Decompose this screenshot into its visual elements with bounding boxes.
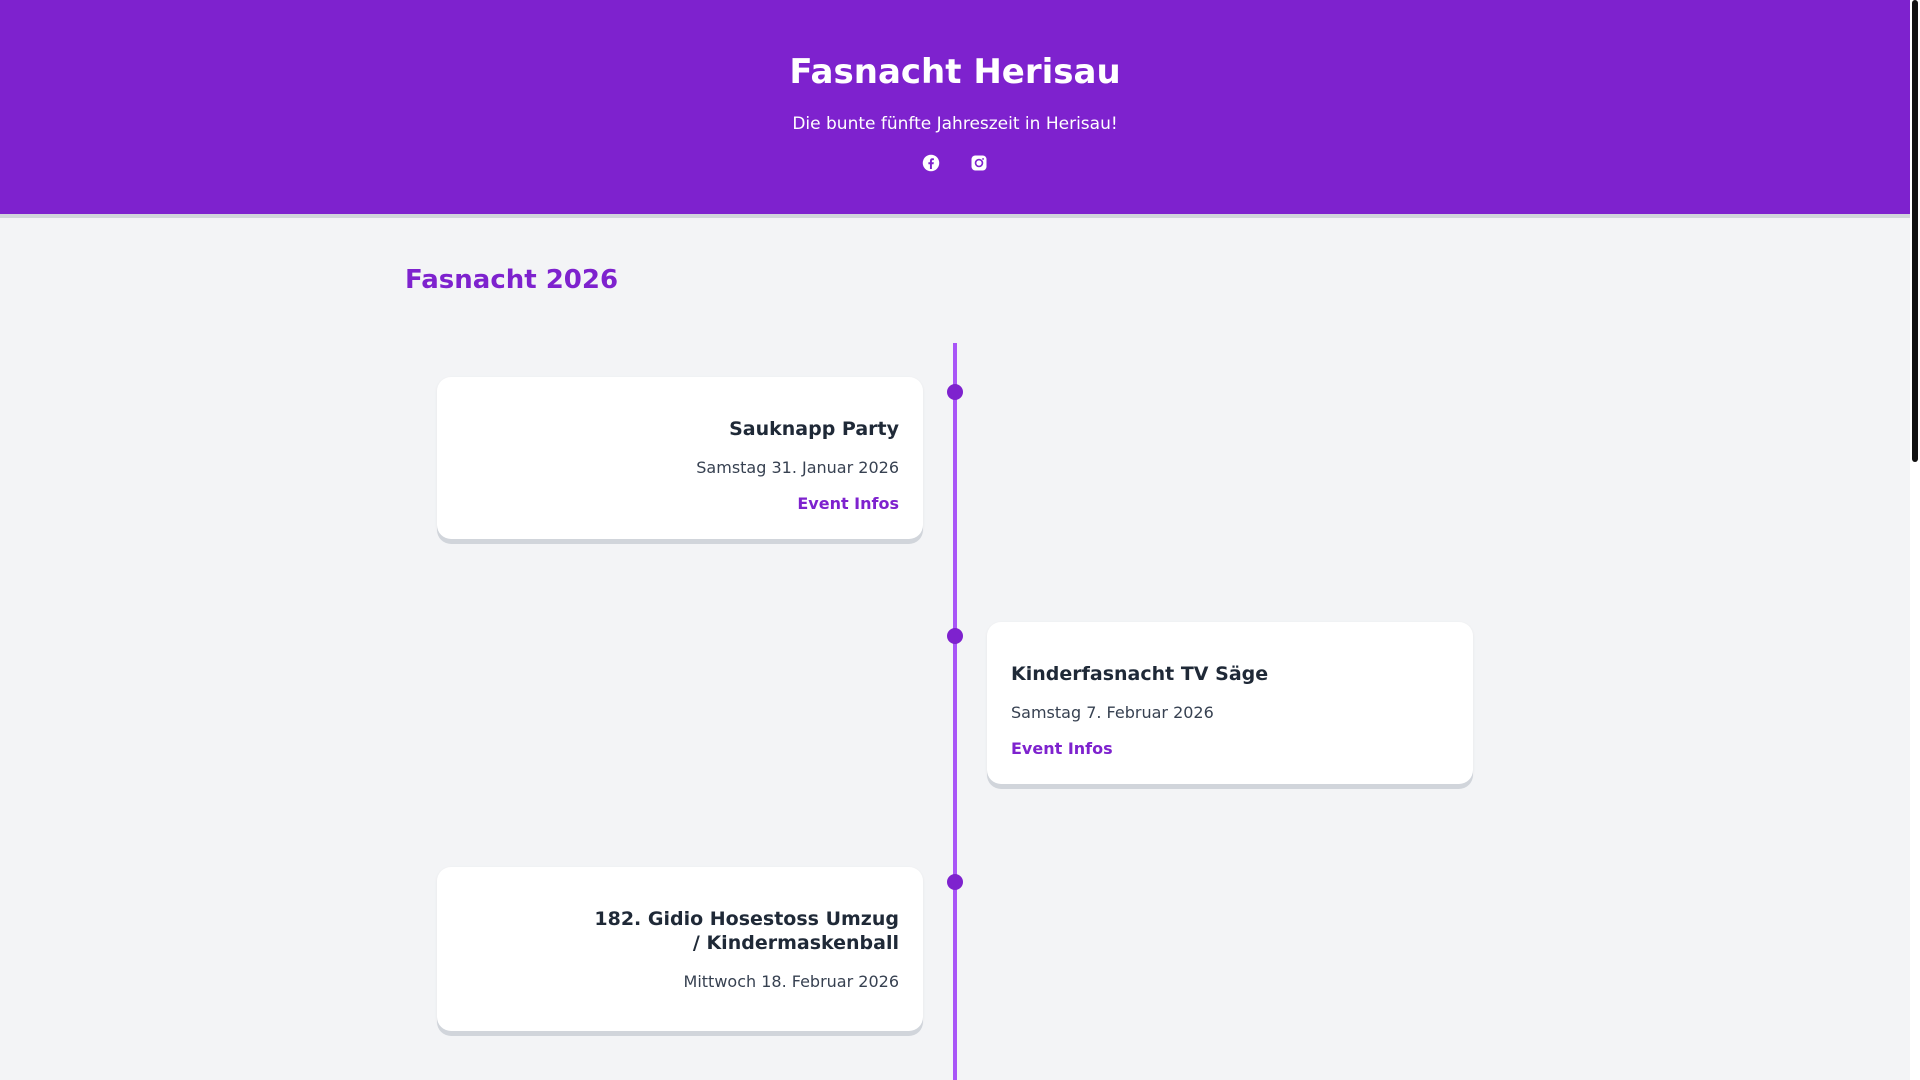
event-card: Sauknapp Party Samstag 31. Januar 2026 E… (437, 377, 923, 539)
event-infos-link[interactable]: Event Infos (1011, 738, 1113, 760)
timeline-dot (947, 874, 963, 890)
event-infos-link[interactable]: Event Infos (797, 493, 899, 515)
event-date: Samstag 31. Januar 2026 (696, 458, 899, 477)
scrollbar-thumb[interactable] (1912, 0, 1918, 462)
site-subtitle: Die bunte fünfte Jahreszeit in Herisau! (792, 114, 1118, 134)
timeline-line (953, 343, 957, 1080)
event-date: Mittwoch 18. Februar 2026 (683, 972, 899, 991)
instagram-link[interactable] (970, 154, 988, 172)
social-links (0, 154, 1910, 172)
section-title: Fasnacht 2026 (405, 265, 619, 295)
timeline-dot (947, 384, 963, 400)
timeline-dot (947, 628, 963, 644)
event-card: Kinderfasnacht TV Säge Samstag 7. Februa… (987, 622, 1473, 784)
facebook-icon (922, 154, 940, 172)
event-card: 182. Gidio Hosestoss Umzug / Kindermaske… (437, 867, 923, 1031)
event-title: Sauknapp Party (729, 418, 899, 440)
instagram-icon (971, 155, 987, 171)
site-title: Fasnacht Herisau (789, 52, 1121, 92)
facebook-link[interactable] (922, 154, 940, 172)
event-date: Samstag 7. Februar 2026 (1011, 703, 1214, 722)
site-header: Fasnacht Herisau Die bunte fünfte Jahres… (0, 0, 1910, 218)
event-title: Kinderfasnacht TV Säge (1011, 663, 1269, 685)
event-title: 182. Gidio Hosestoss Umzug / Kindermaske… (594, 908, 899, 954)
